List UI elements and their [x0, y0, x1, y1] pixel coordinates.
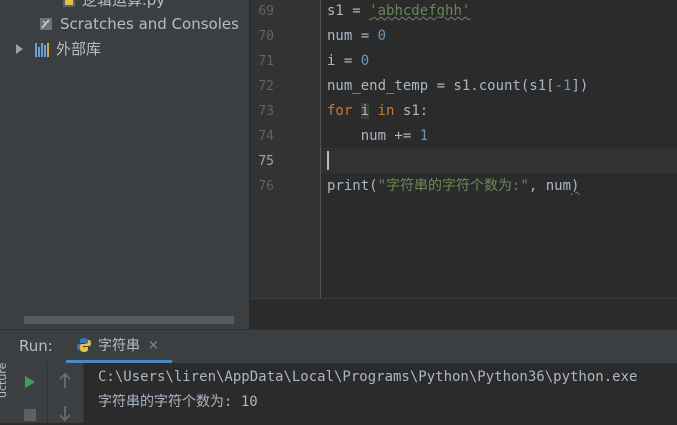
code-line-69: s1 = 'abhcdefghh'	[327, 3, 471, 19]
arrow-down-icon[interactable]	[58, 405, 72, 425]
console-output-line: C:\Users\liren\AppData\Local\Programs\Py…	[98, 369, 638, 385]
run-toolbar-secondary	[48, 363, 84, 423]
line-number: 73	[258, 104, 274, 119]
library-icon	[35, 41, 51, 57]
stop-icon[interactable]	[24, 406, 36, 425]
close-icon[interactable]: ×	[148, 338, 159, 353]
code-editor[interactable]: s1 = 'abhcdefghh' num = 0 i = 0 num_end_…	[321, 0, 677, 298]
code-line-74: num += 1	[327, 128, 429, 144]
line-number: 70	[258, 29, 274, 44]
rerun-icon[interactable]	[24, 374, 36, 393]
code-line-76: print("字符串的字符个数为:", num)	[327, 178, 580, 194]
external-libraries-item[interactable]: 外部库	[16, 38, 101, 60]
line-number: 76	[258, 179, 274, 194]
text-caret	[327, 151, 329, 170]
project-file-item[interactable]: 逻辑运算.py	[62, 0, 165, 11]
scratches-icon	[38, 16, 54, 32]
arrow-up-icon[interactable]	[58, 372, 72, 393]
run-tab-label: 字符串	[98, 338, 140, 354]
code-line-71: i = 0	[327, 53, 370, 69]
code-line-70: num = 0	[327, 28, 387, 44]
run-toolbar	[12, 363, 48, 423]
run-tab[interactable]: 字符串 ×	[66, 330, 172, 363]
current-line-highlight	[321, 148, 677, 173]
line-number-gutter: 69 70 71 72 73 74 75 76	[250, 0, 321, 298]
line-number: 72	[258, 79, 274, 94]
line-number-current: 75	[258, 154, 274, 169]
code-line-72: num_end_temp = s1.count(s1[-1])	[327, 78, 589, 94]
line-number: 69	[258, 4, 274, 19]
line-number: 71	[258, 54, 274, 69]
external-libraries-label: 外部库	[56, 40, 102, 58]
python-icon	[76, 337, 92, 353]
scratches-item[interactable]: Scratches and Consoles	[38, 13, 239, 35]
structure-side-tab[interactable]: ucture	[0, 363, 9, 398]
run-panel-header: Run: 字符串 ×	[0, 330, 677, 363]
scratches-label: Scratches and Consoles	[60, 15, 239, 33]
editor-bottom-area	[250, 298, 677, 330]
expand-arrow-icon[interactable]	[16, 44, 23, 54]
project-panel: 逻辑运算.py Scratches and Consoles 外部库	[12, 0, 249, 329]
project-file-label: 逻辑运算.py	[82, 0, 166, 9]
run-console[interactable]: C:\Users\liren\AppData\Local\Programs\Py…	[84, 363, 677, 423]
run-label: Run:	[19, 337, 53, 355]
console-output-line: 字符串的字符个数为: 10	[98, 394, 258, 410]
code-line-73: for i in s1:	[327, 103, 429, 119]
python-file-icon	[62, 0, 76, 8]
line-number: 74	[258, 129, 274, 144]
project-horizontal-scrollbar[interactable]	[24, 316, 234, 324]
